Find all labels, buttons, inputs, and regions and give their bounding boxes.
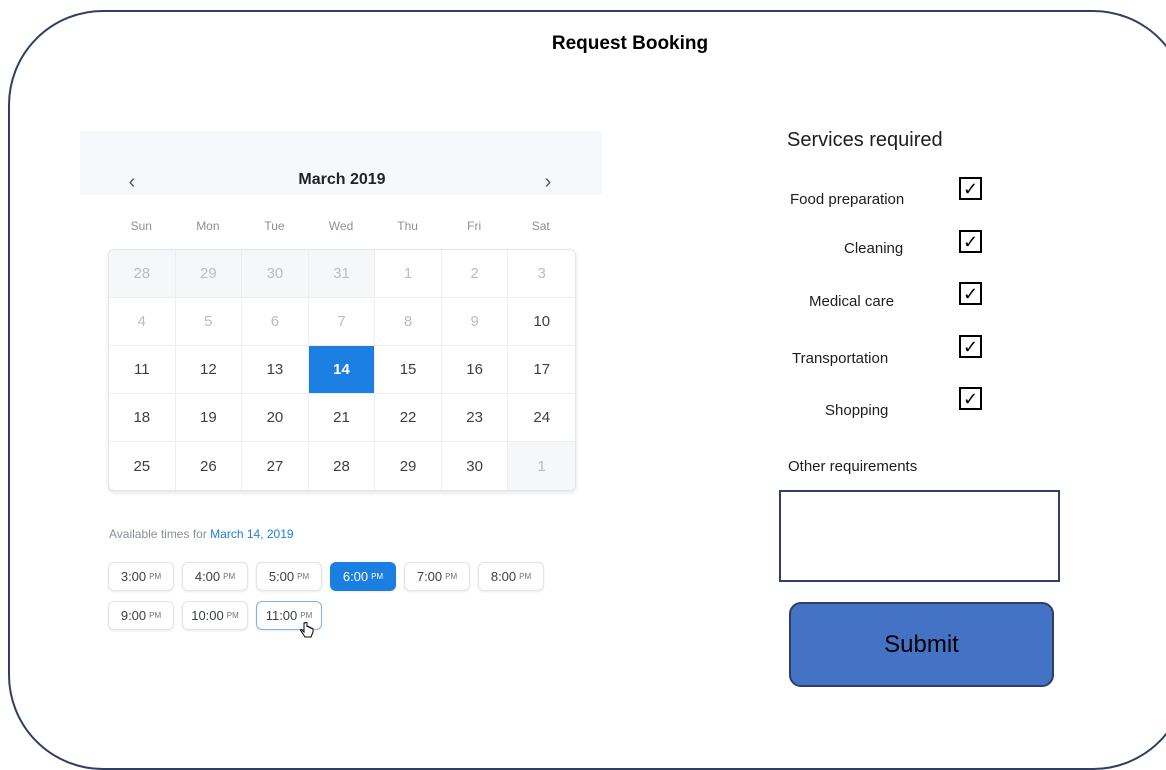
service-label-medical-care: Medical care (809, 293, 895, 310)
calendar-day[interactable]: 29 (175, 250, 243, 298)
hand-pointer-icon (300, 621, 314, 645)
calendar-day[interactable]: 30 (442, 442, 509, 490)
calendar-day[interactable]: 6 (242, 298, 309, 346)
next-month-icon[interactable]: › (536, 170, 560, 194)
time-slot[interactable]: 10:00 PM (182, 601, 248, 630)
calendar-day[interactable]: 9 (441, 298, 509, 346)
calendar-day[interactable]: 17 (508, 346, 575, 394)
time-slot[interactable]: 7:00 PM (404, 562, 470, 591)
time-slot-suffix: PM (300, 611, 313, 620)
calendar-day[interactable]: 8 (375, 298, 442, 346)
calendar-day[interactable]: 11 (109, 346, 176, 394)
page-title: Request Booking (551, 33, 709, 54)
calendar-day[interactable]: 26 (176, 442, 243, 490)
calendar-day[interactable]: 24 (508, 394, 575, 442)
calendar-day[interactable]: 13 (242, 346, 309, 394)
service-label-shopping: Shopping (825, 402, 889, 419)
submit-button[interactable]: Submit (789, 602, 1054, 687)
calendar-day[interactable]: 16 (441, 346, 509, 394)
weekday-wed: Wed (328, 219, 354, 233)
time-slot[interactable]: 9:00 PM (108, 601, 174, 630)
service-label-transportation: Transportation (792, 350, 889, 367)
available-times-date: March 14, 2019 (210, 527, 294, 541)
check-icon: ✓ (962, 388, 979, 409)
time-slot-time: 9:00 (120, 608, 147, 623)
weekday-mon: Mon (196, 219, 220, 233)
check-icon: ✓ (962, 283, 979, 304)
food-preparation-checkbox[interactable]: ✓ (959, 177, 982, 200)
time-slot-time: 6:00 (342, 569, 369, 584)
calendar-day[interactable]: 27 (242, 442, 309, 490)
transportation-checkbox[interactable]: ✓ (959, 335, 982, 358)
calendar-day[interactable]: 18 (109, 394, 176, 442)
available-times-text: Available times for (109, 527, 207, 541)
calendar-day[interactable]: 22 (375, 394, 442, 442)
time-slot-suffix: PM (149, 572, 162, 581)
weekday-tue: Tue (264, 219, 285, 233)
calendar-day[interactable]: 19 (175, 394, 243, 442)
time-slot-time: 7:00 (416, 569, 443, 584)
calendar-day[interactable]: 28 (309, 442, 376, 490)
calendar-day[interactable]: 12 (175, 346, 243, 394)
calendar-day[interactable]: 28 (109, 250, 176, 298)
calendar-day[interactable]: 1 (375, 250, 442, 298)
calendar-day[interactable]: 3 (508, 250, 575, 298)
time-slot[interactable]: 3:00 PM (108, 562, 174, 591)
other-requirements-label: Other requirements (788, 458, 918, 475)
service-label-food-preparation: Food preparation (790, 191, 905, 208)
weekday-sat: Sat (531, 219, 550, 233)
time-slot-selected[interactable]: 6:00 PM (330, 562, 396, 591)
calendar-day[interactable]: 29 (375, 442, 442, 490)
time-slot-time: 11:00 (265, 608, 298, 623)
time-slot-time: 8:00 (490, 569, 517, 584)
calendar-day[interactable]: 7 (308, 298, 376, 346)
calendar-day[interactable]: 15 (375, 346, 442, 394)
prev-month-icon[interactable]: ‹ (120, 170, 144, 194)
weekday-header: Sun Mon Tue Wed Thu Fri Sat (108, 219, 574, 233)
services-title: Services required (787, 129, 943, 151)
time-slot-suffix: PM (149, 611, 162, 620)
time-slot-suffix: PM (519, 572, 532, 581)
cleaning-checkbox[interactable]: ✓ (959, 230, 982, 253)
calendar-day[interactable]: 25 (109, 442, 176, 490)
time-slot-time: 3:00 (120, 569, 147, 584)
time-slot[interactable]: 8:00 PM (478, 562, 544, 591)
time-slot-suffix: PM (445, 572, 458, 581)
check-icon: ✓ (962, 336, 979, 357)
weekday-thu: Thu (397, 219, 418, 233)
shopping-checkbox[interactable]: ✓ (959, 387, 982, 410)
other-requirements-input[interactable] (779, 490, 1060, 582)
time-slot-suffix: PM (371, 572, 384, 581)
calendar-day[interactable]: 5 (175, 298, 243, 346)
calendar-day[interactable]: 23 (441, 394, 509, 442)
time-slot-suffix: PM (223, 572, 236, 581)
calendar-month-label: March 2019 (298, 171, 386, 188)
calendar-day[interactable]: 20 (242, 394, 309, 442)
time-slot-time: 10:00 (191, 608, 224, 623)
available-times-label: Available times for March 14, 2019 (109, 527, 294, 541)
time-slot-suffix: PM (297, 572, 310, 581)
weekday-fri: Fri (467, 219, 482, 233)
medical-care-checkbox[interactable]: ✓ (959, 282, 982, 305)
calendar-day[interactable]: 30 (242, 250, 309, 298)
time-slot[interactable]: 5:00 PM (256, 562, 322, 591)
time-slot[interactable]: 4:00 PM (182, 562, 248, 591)
time-slot-list: 3:00 PM 4:00 PM 5:00 PM 6:00 PM 7:00 PM 8:00 PM 9:00… (108, 562, 568, 630)
check-icon: ✓ (962, 231, 979, 252)
time-slot-time: 4:00 (194, 569, 221, 584)
calendar-day-selected[interactable]: 14 (308, 346, 376, 394)
calendar-day[interactable]: 2 (441, 250, 509, 298)
calendar-day[interactable]: 1 (508, 442, 575, 490)
calendar-day[interactable]: 4 (109, 298, 176, 346)
calendar-day[interactable]: 10 (508, 298, 575, 346)
calendar-day[interactable]: 31 (308, 250, 376, 298)
weekday-sun: Sun (130, 219, 152, 233)
calendar-grid: 28 29 30 31 1 2 3 4 5 6 7 8 9 10 11 12 13 14 15 16 17 18 19 20 2… (108, 249, 576, 491)
time-slot-time: 5:00 (268, 569, 295, 584)
calendar-day[interactable]: 21 (308, 394, 376, 442)
time-slot-suffix: PM (226, 611, 239, 620)
check-icon: ✓ (962, 178, 979, 199)
service-label-cleaning: Cleaning (844, 240, 904, 257)
